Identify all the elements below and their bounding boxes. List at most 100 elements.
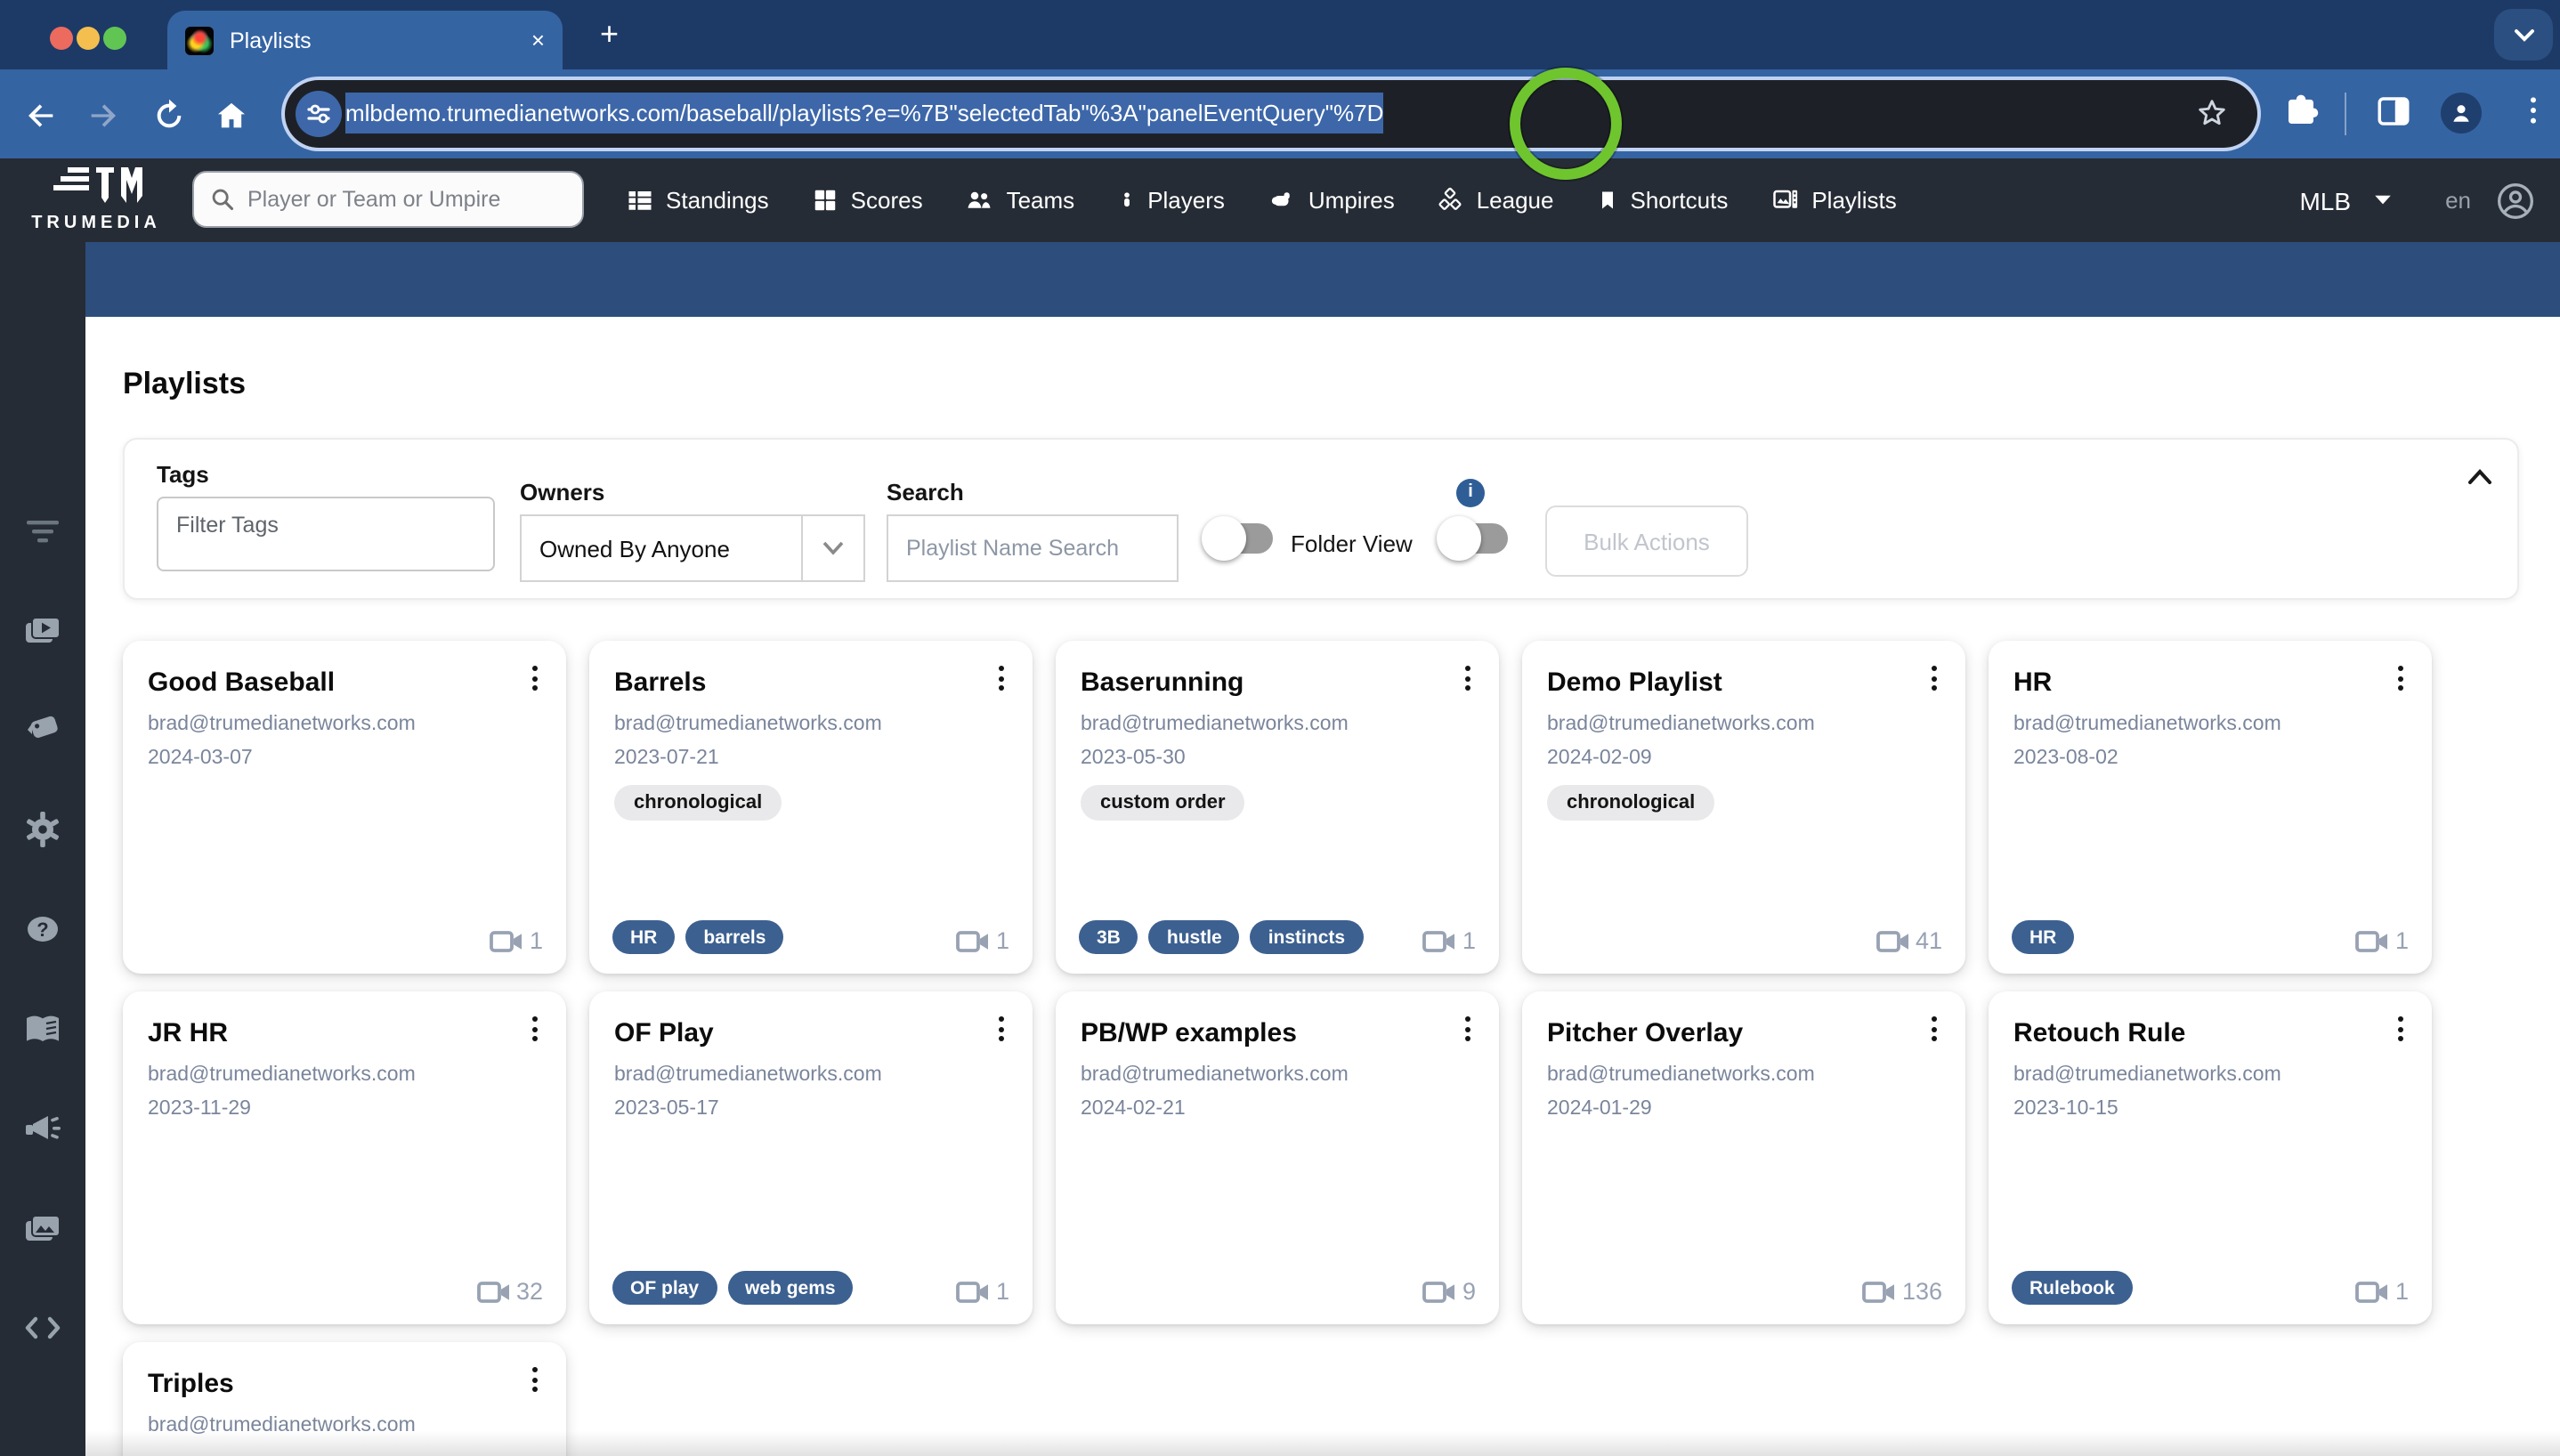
card-menu-kebab-icon[interactable] [2386, 1013, 2414, 1045]
owners-select[interactable]: Owned By Anyone [520, 514, 865, 582]
settings-gear-icon[interactable] [23, 810, 62, 849]
tag-pill[interactable]: instincts [1250, 920, 1364, 954]
tab-close-icon[interactable]: × [531, 28, 545, 52]
card-menu-kebab-icon[interactable] [986, 1013, 1015, 1045]
league-icon [1439, 187, 1462, 210]
playlist-card[interactable]: Baserunning brad@trumedianetworks.com 20… [1056, 641, 1499, 974]
search-icon [212, 189, 234, 211]
nav-players[interactable]: Players [1096, 187, 1246, 214]
forward-icon[interactable] [85, 98, 121, 133]
playlist-card[interactable]: Barrels brad@trumedianetworks.com 2023-0… [589, 641, 1033, 974]
playlist-search-input[interactable]: Playlist Name Search [887, 514, 1179, 582]
playlist-card[interactable]: OF Play brad@trumedianetworks.com 2023-0… [589, 991, 1033, 1324]
app-header-right: MLB en [2299, 158, 2535, 242]
playlist-card[interactable]: PB/WP examples brad@trumedianetworks.com… [1056, 991, 1499, 1324]
tag-list: HR barrels [612, 920, 784, 954]
playlist-card[interactable]: Retouch Rule brad@trumedianetworks.com 2… [1989, 991, 2432, 1324]
tag-pill[interactable]: barrels [685, 920, 784, 954]
tag-list: Rulebook [2012, 1271, 2133, 1305]
folder-view-toggle[interactable] [1202, 516, 1273, 561]
glossary-book-icon[interactable] [23, 1009, 62, 1048]
tag-pill[interactable]: 3B [1079, 920, 1138, 954]
card-menu-kebab-icon[interactable] [520, 1013, 548, 1045]
card-menu-kebab-icon[interactable] [520, 1363, 548, 1395]
profile-icon[interactable] [2441, 93, 2482, 133]
url-bar[interactable]: mlbdemo.trumedianetworks.com/baseball/pl… [285, 80, 2257, 148]
trumedia-logo[interactable]: TRUMEDIA [14, 166, 178, 233]
playlist-date: 2024-02-09 [1547, 748, 1652, 769]
url-text[interactable]: mlbdemo.trumedianetworks.com/baseball/pl… [345, 80, 1384, 148]
collapse-panel-chevron-icon[interactable] [2467, 468, 2492, 486]
tag-pill[interactable]: OF play [612, 1271, 717, 1305]
extensions-icon[interactable] [2282, 93, 2320, 130]
playlist-card[interactable]: JR HR brad@trumedianetworks.com 2023-11-… [123, 991, 566, 1324]
new-tab-button[interactable]: + [600, 16, 619, 53]
back-icon[interactable] [23, 98, 59, 133]
tag-pill[interactable]: Rulebook [2012, 1271, 2133, 1305]
nav-scores[interactable]: Scores [790, 187, 944, 214]
reload-icon[interactable] [151, 98, 187, 133]
video-playlist-icon[interactable] [23, 611, 62, 650]
chevron-down-icon [822, 541, 844, 555]
card-menu-kebab-icon[interactable] [986, 662, 1015, 694]
filter-icon[interactable] [23, 513, 62, 552]
playlist-card[interactable]: Good Baseball brad@trumedianetworks.com … [123, 641, 566, 974]
video-count: 1 [2356, 927, 2409, 954]
bulk-actions-toggle[interactable] [1437, 516, 1508, 561]
tab-playlists[interactable]: Playlists × [167, 11, 563, 69]
browser-window: Playlists × + mlbdemo.trumedianetworks.c… [0, 0, 2560, 1456]
tag-pill[interactable]: HR [2012, 920, 2075, 954]
tag-pill[interactable]: HR [612, 920, 676, 954]
league-selector[interactable]: MLB [2299, 186, 2392, 214]
nav-teams[interactable]: Teams [944, 187, 1097, 214]
language-selector[interactable]: en [2445, 187, 2471, 214]
card-menu-kebab-icon[interactable] [520, 662, 548, 694]
tag-pill[interactable]: hustle [1148, 920, 1240, 954]
bookmark-star-icon[interactable] [2195, 96, 2229, 130]
help-icon[interactable]: ? [23, 910, 62, 949]
announcements-megaphone-icon[interactable] [23, 1109, 62, 1148]
playlist-card[interactable]: HR brad@trumedianetworks.com 2023-08-02 … [1989, 641, 2432, 974]
site-settings-icon[interactable] [296, 91, 342, 137]
playlist-card[interactable]: Pitcher Overlay brad@trumedianetworks.co… [1522, 991, 1965, 1324]
video-camera-icon [2356, 1281, 2388, 1302]
bulk-actions-button[interactable]: Bulk Actions [1545, 506, 1748, 577]
playlist-title: Good Baseball [148, 667, 336, 698]
tag-list: OF play web gems [612, 1271, 854, 1305]
home-icon[interactable] [214, 98, 249, 133]
nav-shortcuts[interactable]: Shortcuts [1576, 187, 1750, 214]
media-images-icon[interactable] [23, 1209, 62, 1248]
code-icon[interactable] [23, 1308, 62, 1347]
video-count: 9 [1423, 1278, 1476, 1305]
close-window-button[interactable] [50, 27, 73, 50]
nav-standings[interactable]: Standings [605, 187, 790, 214]
card-menu-kebab-icon[interactable] [1919, 1013, 1948, 1045]
global-search-input[interactable]: Player or Team or Umpire [192, 171, 584, 228]
side-panel-icon[interactable] [2375, 93, 2412, 130]
tab-search-button[interactable] [2494, 9, 2553, 61]
card-menu-kebab-icon[interactable] [1453, 1013, 1481, 1045]
fullscreen-window-button[interactable] [103, 27, 126, 50]
card-menu-kebab-icon[interactable] [1453, 662, 1481, 694]
tag-pill[interactable]: web gems [727, 1271, 854, 1305]
account-icon[interactable] [2496, 181, 2535, 220]
nav-league[interactable]: League [1416, 187, 1576, 214]
nav-umpires[interactable]: Umpires [1246, 187, 1416, 214]
tab-strip: Playlists × + [0, 0, 2560, 69]
search-label: Search [887, 479, 964, 506]
video-count: 1 [957, 1278, 1009, 1305]
menu-icon[interactable] [2515, 93, 2551, 128]
minimize-window-button[interactable] [77, 27, 100, 50]
brand-name: TRUMEDIA [31, 214, 161, 233]
video-count: 1 [1423, 927, 1476, 954]
click-indicator-ring [1510, 68, 1622, 180]
info-icon[interactable]: i [1456, 479, 1485, 507]
nav-playlists[interactable]: Playlists [1749, 187, 1917, 214]
card-menu-kebab-icon[interactable] [1919, 662, 1948, 694]
video-camera-icon [1423, 1281, 1455, 1302]
filter-tags-input[interactable]: Filter Tags [157, 497, 495, 571]
playlist-card[interactable]: Demo Playlist brad@trumedianetworks.com … [1522, 641, 1965, 974]
card-menu-kebab-icon[interactable] [2386, 662, 2414, 694]
card-footer: 41 [1545, 927, 1942, 954]
tags-icon[interactable] [23, 708, 62, 748]
